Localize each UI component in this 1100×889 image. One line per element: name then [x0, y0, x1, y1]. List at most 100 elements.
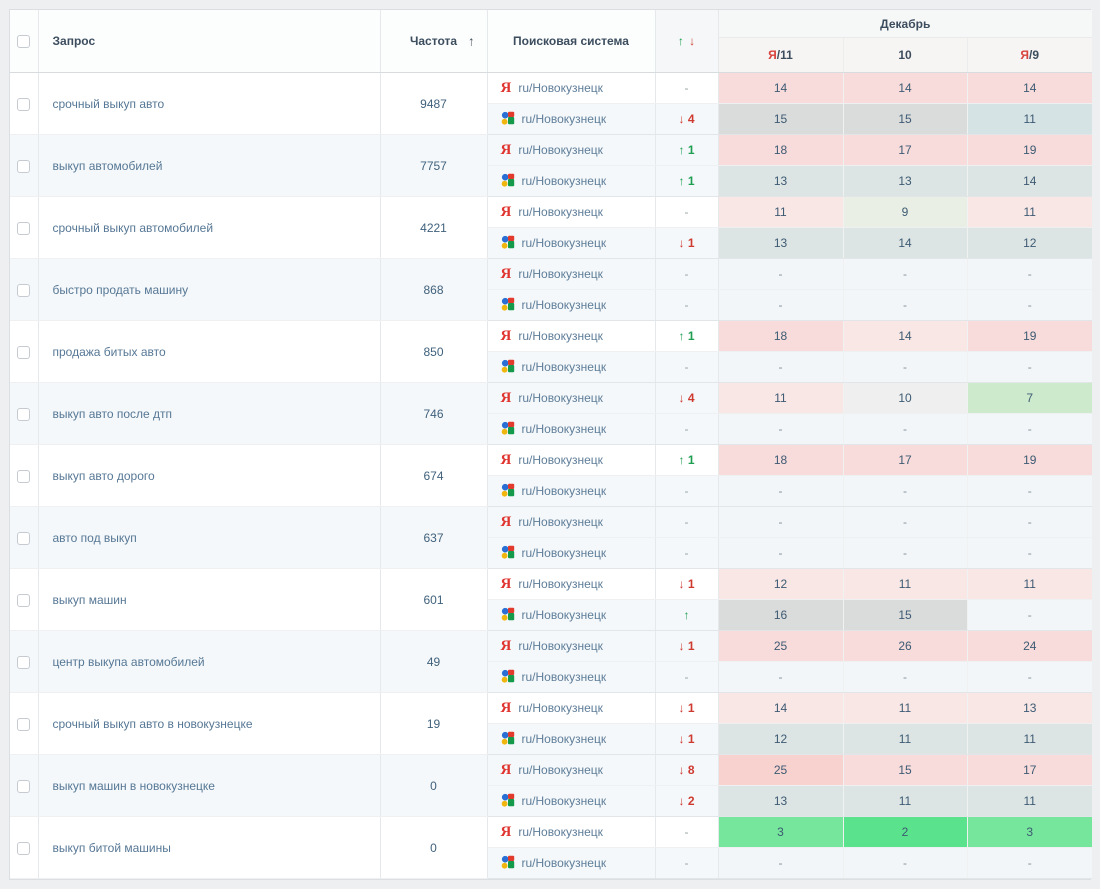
- query-cell[interactable]: срочный выкуп авто в новокузнецке: [38, 692, 381, 755]
- position-cell: -: [717, 847, 843, 879]
- date-header-3[interactable]: Я/9: [966, 37, 1092, 73]
- date-header-1[interactable]: Я/11: [717, 37, 843, 73]
- position-cell: 11: [842, 785, 967, 817]
- change-up-icon: ↑: [683, 608, 690, 622]
- search-engine-cell: ru/Новокузнецк: [487, 661, 656, 693]
- row-checkbox[interactable]: [17, 841, 31, 855]
- position-change-cell: -: [655, 661, 719, 693]
- query-cell[interactable]: выкуп битой машины: [38, 816, 381, 879]
- position-change-cell: -: [655, 196, 719, 228]
- query-cell[interactable]: продажа битых авто: [38, 320, 381, 383]
- no-change-dash: -: [684, 515, 689, 529]
- table-row: выкуп машин 601 Яru/Новокузнецк ↓ 1 12 11 11: [10, 568, 1092, 631]
- row-checkbox[interactable]: [17, 531, 31, 545]
- region-label: ru/Новокузнецк: [518, 453, 603, 467]
- position-change-cell: ↓ 2: [655, 785, 719, 817]
- sort-ascending-icon[interactable]: ↑: [468, 34, 475, 49]
- query-cell[interactable]: срочный выкуп авто: [38, 72, 381, 135]
- region-label: ru/Новокузнецк: [521, 856, 607, 870]
- month-header: Декабрь: [718, 10, 1092, 38]
- position-cell: -: [842, 537, 967, 569]
- frequency-cell: 49: [380, 630, 488, 693]
- row-checkbox-cell: [10, 134, 39, 197]
- region-label: ru/Новокузнецк: [521, 236, 607, 250]
- position-cell: 14: [842, 320, 967, 352]
- position-change-cell: ↓ 8: [655, 754, 719, 786]
- position-cell: 15: [842, 754, 967, 786]
- change-down-icon: ↓ 1: [678, 577, 695, 591]
- query-cell[interactable]: выкуп авто после дтп: [38, 382, 381, 445]
- position-cell: 14: [717, 72, 843, 104]
- position-cell: 11: [966, 196, 1092, 228]
- column-header-query[interactable]: Запрос: [38, 10, 381, 73]
- no-change-dash: -: [684, 670, 689, 684]
- position-change-cell: ↑ 1: [655, 444, 719, 476]
- position-cell: -: [717, 351, 843, 383]
- row-checkbox[interactable]: [17, 283, 31, 297]
- position-cell: 3: [966, 816, 1092, 848]
- position-change-cell: -: [655, 351, 719, 383]
- frequency-cell: 601: [380, 568, 488, 631]
- table-row: выкуп автомобилей 7757 Яru/Новокузнецк ↑ 11…: [10, 134, 1092, 197]
- position-cell: 14: [966, 72, 1092, 104]
- google-icon: [501, 731, 515, 748]
- yandex-icon: Я: [500, 327, 512, 344]
- position-cell: -: [966, 537, 1092, 569]
- query-cell[interactable]: авто под выкуп: [38, 506, 381, 569]
- change-down-icon: ↓ 1: [678, 732, 695, 746]
- row-checkbox[interactable]: [17, 159, 31, 173]
- row-checkbox-cell: [10, 320, 39, 383]
- row-checkbox[interactable]: [17, 469, 31, 483]
- row-checkbox-cell: [10, 630, 39, 693]
- row-checkbox[interactable]: [17, 407, 31, 421]
- position-cell: -: [966, 289, 1092, 321]
- position-cell: 19: [966, 320, 1092, 352]
- region-label: ru/Новокузнецк: [521, 174, 607, 188]
- no-change-dash: -: [684, 825, 689, 839]
- position-cell: 24: [966, 630, 1092, 662]
- positions-table: Запрос Частота ↑ Поисковая система ↑ ↓ Д…: [10, 10, 1092, 879]
- row-checkbox[interactable]: [17, 779, 31, 793]
- position-cell: 14: [966, 165, 1092, 197]
- query-cell[interactable]: выкуп машин: [38, 568, 381, 631]
- column-header-change[interactable]: ↑ ↓: [655, 10, 719, 73]
- query-cell[interactable]: выкуп авто дорого: [38, 444, 381, 507]
- row-checkbox[interactable]: [17, 345, 31, 359]
- select-all-checkbox[interactable]: [17, 35, 31, 49]
- query-cell[interactable]: срочный выкуп автомобилей: [38, 196, 381, 259]
- frequency-cell: 9487: [380, 72, 488, 135]
- position-cell: 2: [842, 816, 967, 848]
- position-cell: 14: [842, 72, 967, 104]
- position-change-cell: ↓ 1: [655, 630, 719, 662]
- row-checkbox[interactable]: [17, 593, 31, 607]
- date-header-2[interactable]: 10: [842, 37, 967, 73]
- query-cell[interactable]: быстро продать машину: [38, 258, 381, 321]
- query-cell[interactable]: центр выкупа автомобилей: [38, 630, 381, 693]
- region-label: ru/Новокузнецк: [521, 732, 607, 746]
- position-cell: 25: [717, 754, 843, 786]
- yandex-icon: Я: [500, 637, 512, 654]
- row-checkbox[interactable]: [17, 717, 31, 731]
- table-row: выкуп авто после дтп 746 Яru/Новокузнецк ↓ …: [10, 382, 1092, 445]
- position-cell: 14: [842, 227, 967, 259]
- no-change-dash: -: [684, 267, 689, 281]
- google-icon: [501, 855, 515, 872]
- column-header-engine[interactable]: Поисковая система: [487, 10, 656, 73]
- row-checkbox[interactable]: [17, 221, 31, 235]
- query-cell[interactable]: выкуп машин в новокузнецке: [38, 754, 381, 817]
- position-cell: -: [717, 506, 843, 538]
- column-header-frequency[interactable]: Частота ↑: [380, 10, 488, 73]
- search-engine-cell: Яru/Новокузнецк: [487, 72, 656, 104]
- table-row: продажа битых авто 850 Яru/Новокузнецк ↑ 11…: [10, 320, 1092, 383]
- google-icon: [501, 669, 515, 686]
- row-checkbox-cell: [10, 72, 39, 135]
- query-cell[interactable]: выкуп автомобилей: [38, 134, 381, 197]
- row-checkbox[interactable]: [17, 97, 31, 111]
- google-icon: [501, 421, 515, 438]
- table-row: выкуп машин в новокузнецке 0 Яru/Новокузне…: [10, 754, 1092, 817]
- position-cell: -: [966, 661, 1092, 693]
- position-cell: -: [842, 289, 967, 321]
- position-change-cell: ↓ 4: [655, 103, 719, 135]
- region-label: ru/Новокузнецк: [521, 546, 607, 560]
- row-checkbox[interactable]: [17, 655, 31, 669]
